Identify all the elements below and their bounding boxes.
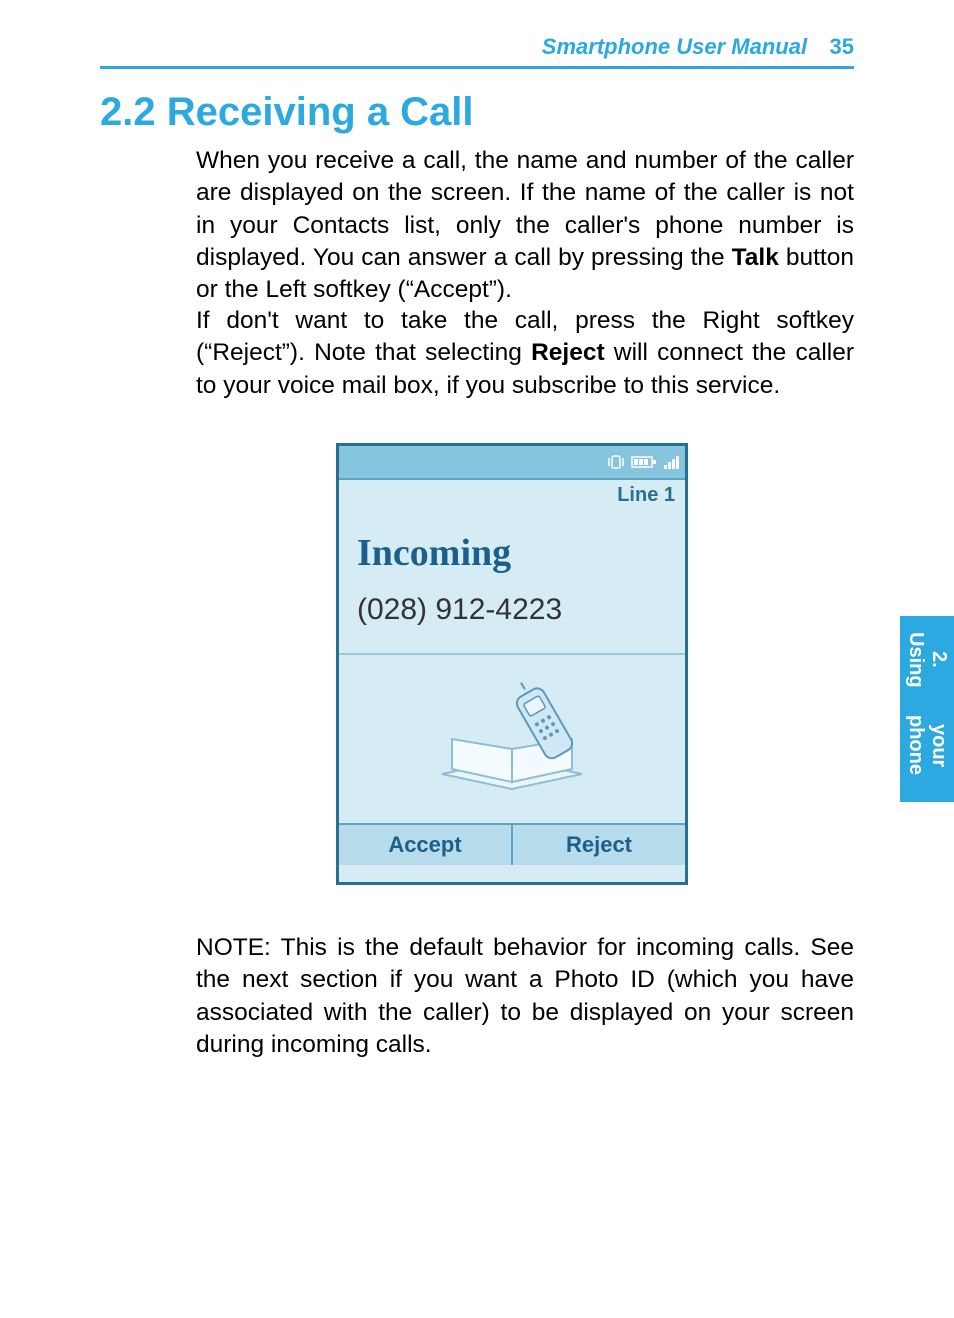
softkey-accept[interactable]: Accept [339,825,511,865]
phone-caller-image [339,653,685,823]
p1-bold-talk: Talk [732,244,779,271]
phone-book-icon [432,679,592,799]
manual-title: Smartphone User Manual [542,34,807,59]
phone-screenshot: Line 1 Incoming (028) 912-4223 Accept Re… [336,443,688,885]
signal-icon [663,454,679,470]
chapter-tab-line1: 2. Using [904,626,950,693]
page-header: Smartphone User Manual 35 [100,34,854,69]
paragraph-note: NOTE: This is the default behavior for i… [196,932,854,1061]
p2-bold-reject: Reject [531,339,605,366]
section-heading: 2.2 Receiving a Call [100,90,474,135]
page-number: 35 [830,34,854,59]
phone-status-bar [339,446,685,480]
paragraph-2: If don't want to take the call, press th… [196,305,854,402]
phone-call-status: Incoming [339,507,685,583]
section-number: 2.2 [100,90,156,134]
chapter-tab: 2. Using your phone [900,616,954,802]
battery-icon [631,455,657,469]
vibrate-icon [607,453,625,471]
softkey-reject[interactable]: Reject [511,825,685,865]
paragraph-1: When you receive a call, the name and nu… [196,145,854,307]
phone-line-indicator: Line 1 [339,480,685,507]
phone-caller-number: (028) 912-4223 [339,583,685,627]
chapter-tab-line2: your phone [904,698,950,792]
phone-softkey-bar: Accept Reject [339,823,685,865]
section-title: Receiving a Call [167,90,474,134]
